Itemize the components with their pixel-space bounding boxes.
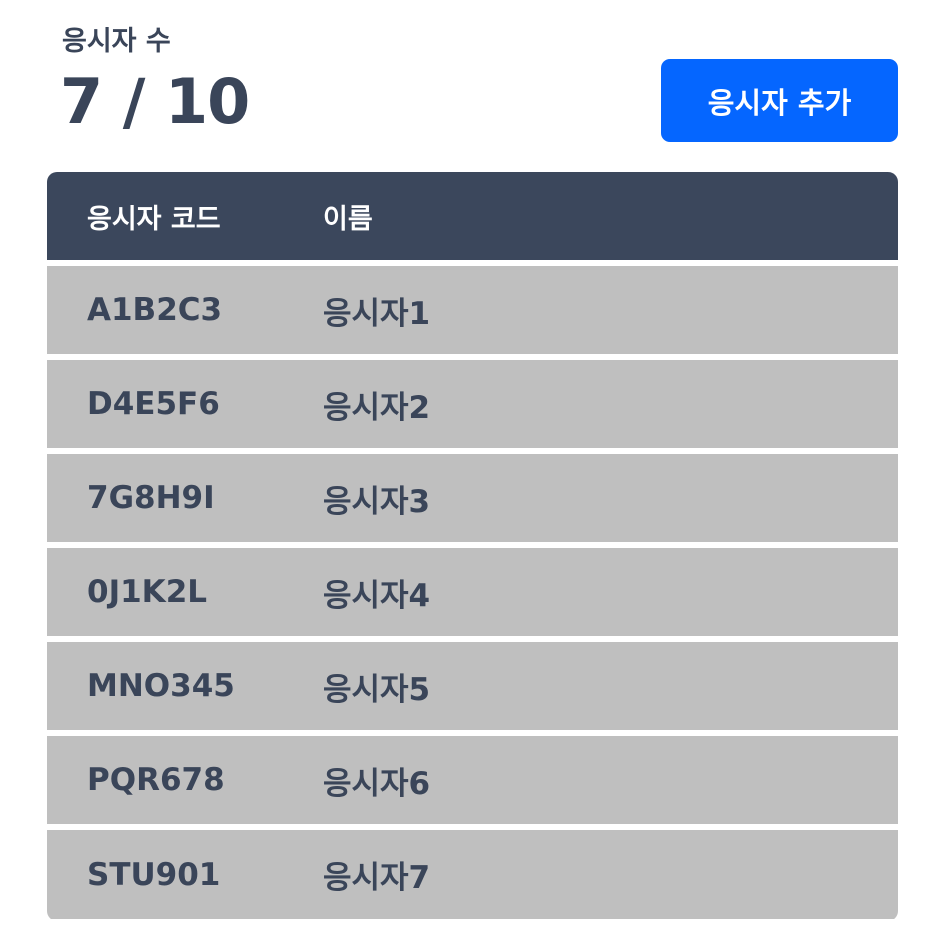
table-row[interactable]: PQR678 응시자6 (47, 736, 898, 824)
examinee-name-cell: 응시자5 (323, 671, 431, 708)
examinee-code-cell: 0J1K2L (87, 574, 208, 610)
examinee-name-cell: 응시자2 (323, 389, 431, 426)
table-row[interactable]: 7G8H9I 응시자3 (47, 454, 898, 542)
table-row[interactable]: STU901 응시자7 (47, 830, 898, 919)
examinee-name-cell: 응시자3 (323, 483, 431, 520)
table-header: 응시자 코드 이름 (47, 172, 898, 260)
table-row[interactable]: 0J1K2L 응시자4 (47, 548, 898, 636)
examinee-count-label: 응시자 수 (62, 26, 171, 57)
examinee-name-cell: 응시자6 (323, 765, 431, 802)
examinee-name-cell: 응시자1 (323, 295, 431, 332)
add-examinee-button[interactable]: 응시자 추가 (661, 59, 898, 142)
examinee-table: 응시자 코드 이름 A1B2C3 응시자1 D4E5F6 응시자2 7G8H9I… (47, 172, 898, 921)
examinee-code-cell: MNO345 (87, 668, 235, 704)
examinee-code-cell: A1B2C3 (87, 292, 223, 328)
examinee-code-cell: PQR678 (87, 762, 225, 798)
table-row[interactable]: A1B2C3 응시자1 (47, 266, 898, 354)
examinee-code-cell: D4E5F6 (87, 386, 220, 422)
examinee-name-cell: 응시자4 (323, 577, 431, 614)
examinee-name-cell: 응시자7 (323, 860, 431, 896)
column-header-code: 응시자 코드 (87, 203, 221, 235)
column-header-name: 이름 (323, 203, 373, 235)
examinee-count-value: 7 / 10 (60, 65, 250, 138)
table-row[interactable]: D4E5F6 응시자2 (47, 360, 898, 448)
examinee-code-cell: 7G8H9I (87, 480, 215, 516)
table-row[interactable]: MNO345 응시자5 (47, 642, 898, 730)
examinee-code-cell: STU901 (87, 856, 221, 893)
